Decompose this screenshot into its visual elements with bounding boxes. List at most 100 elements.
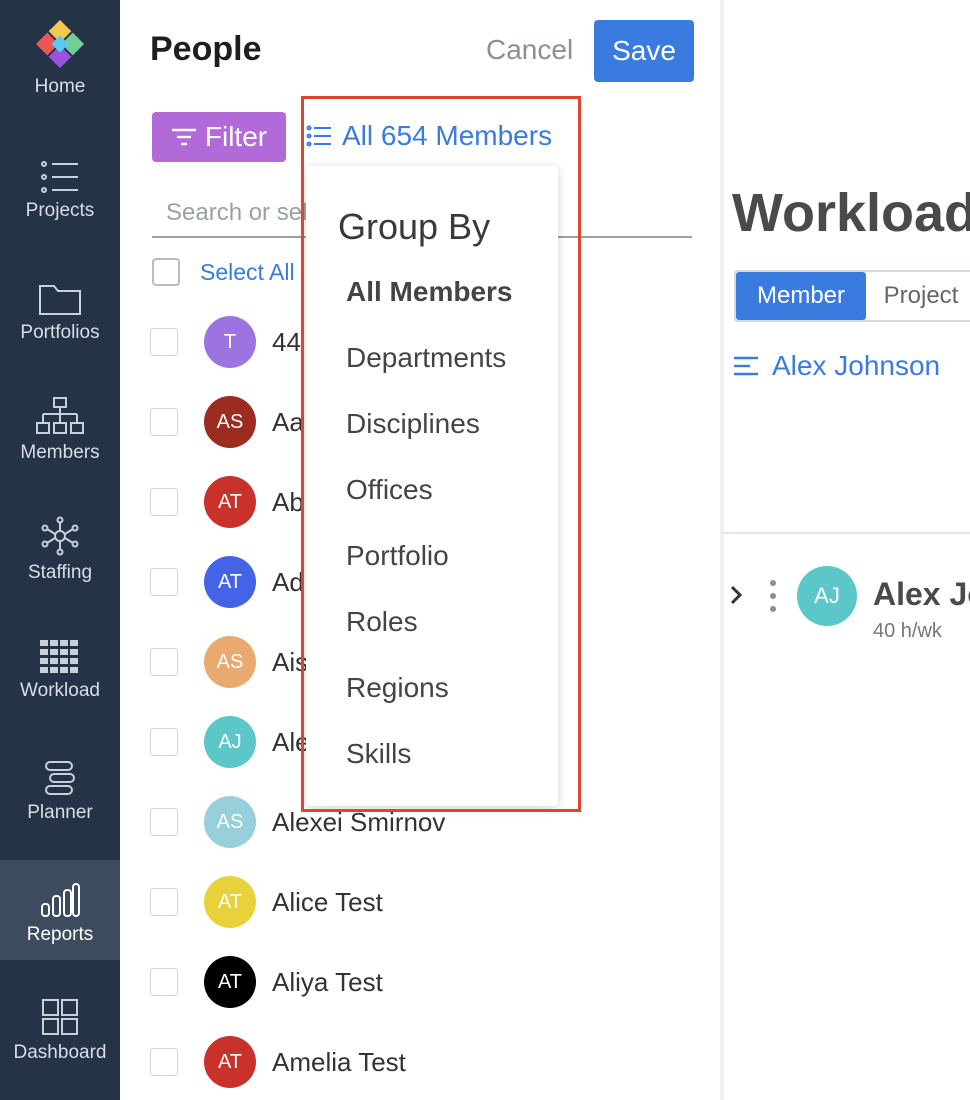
checkbox[interactable] [150,648,178,676]
kebab-menu-icon[interactable] [768,578,778,614]
select-all-label: Select All [200,258,295,285]
member-name: Alexei Smirnov [272,806,446,837]
list-item: AT Aliya Test [150,952,383,1012]
gantt-icon [42,752,78,796]
group-by-toggle-label: All 654 Members [342,120,553,151]
avatar: AJ [797,566,857,626]
cancel-button[interactable]: Cancel [486,34,573,66]
checkbox[interactable] [150,488,178,516]
selected-user[interactable]: Alex Johnson [734,350,940,382]
member-name: 44 [272,326,301,357]
chevron-right-icon[interactable] [728,584,744,606]
member-name: Aa [272,406,304,437]
dropdown-option-skills[interactable]: Skills [346,738,411,770]
checkbox[interactable] [150,968,178,996]
avatar: AJ [204,716,256,768]
list-item: AS Aa [150,392,304,452]
select-all-checkbox[interactable]: Select All [152,258,295,286]
sidebar-item-workload[interactable]: Workload [0,630,120,710]
avatar: AT [204,876,256,928]
checkbox[interactable] [150,1048,178,1076]
dropdown-option-portfolio[interactable]: Portfolio [346,540,449,572]
network-icon [40,512,80,556]
member-name: Ale [272,726,310,757]
sidebar-item-members[interactable]: Members [0,392,120,472]
member-name: Alex Johnson [873,576,970,612]
sidebar-item-dashboard[interactable]: Dashboard [0,992,120,1072]
checkbox[interactable] [150,808,178,836]
workload-panel: Workload Member Project Alex Johnson AJ … [724,0,970,1100]
view-toggle: Member Project [734,270,970,322]
dropdown-option-all-members[interactable]: All Members [346,276,513,308]
dropdown-option-offices[interactable]: Offices [346,474,433,506]
sidebar-item-staffing[interactable]: Staffing [0,512,120,592]
selected-user-label: Alex Johnson [772,350,941,381]
list-item: T 44 [150,312,301,372]
sidebar-item-planner[interactable]: Planner [0,752,120,832]
list-icon [306,125,331,147]
sidebar-item-label: Members [20,442,100,463]
save-button[interactable]: Save [594,20,694,82]
sidebar-item-reports[interactable]: Reports [0,860,120,960]
group-by-dropdown: Group By All Members Departments Discipl… [306,166,558,806]
avatar: AS [204,796,256,848]
logo-icon [34,19,86,70]
sidebar-item-label: Planner [27,802,93,823]
avatar: AT [204,476,256,528]
checkbox[interactable] [150,568,178,596]
member-name: Aliya Test [272,966,383,997]
member-name: Amelia Test [272,1046,406,1077]
filter-button[interactable]: Filter [152,112,286,162]
sidebar-item-label: Home [34,76,86,97]
dropdown-option-departments[interactable]: Departments [346,342,506,374]
workload-row: AJ Alex Johnson 40 h/wk [724,566,970,646]
sidebar-item-projects[interactable]: Projects [0,150,120,230]
sidebar-item-home[interactable]: Home [0,19,120,116]
checkbox[interactable] [150,728,178,756]
bar-chart-icon [40,874,80,918]
member-name: Ab [272,486,304,517]
sidebar-item-label: Staffing [27,562,93,583]
list-item: AT Ad [150,552,304,612]
checkbox[interactable] [150,888,178,916]
sidebar-item-label: Workload [20,680,100,701]
sidebar-item-label: Portfolios [20,322,100,343]
sidebar-item-label: Projects [25,200,95,221]
filter-icon [171,128,196,146]
sidebar-item-label: Dashboard [13,1042,107,1063]
list-item: AS Ais [150,632,308,692]
list-icon [40,150,80,194]
checkbox[interactable] [150,408,178,436]
avatar: AT [204,556,256,608]
group-by-toggle[interactable]: All 654 Members [306,120,552,152]
dropdown-option-roles[interactable]: Roles [346,606,418,638]
list-item: AJ Ale [150,712,310,772]
menu-icon [734,356,758,376]
list-item: AT Amelia Test [150,1032,406,1092]
avatar: AT [204,956,256,1008]
capacity-label: 40 h/wk [873,620,942,642]
tab-member[interactable]: Member [736,272,866,320]
workload-title: Workload [732,183,970,243]
member-name: Ad [272,566,304,597]
sidebar: Home Projects Portfolios Members Staffin… [0,0,120,1100]
member-name: Ais [272,646,309,677]
list-item: AT Ab [150,472,304,532]
dropdown-option-regions[interactable]: Regions [346,672,449,704]
avatar: T [204,316,256,368]
list-item: AT Alice Test [150,872,383,932]
sidebar-item-portfolios[interactable]: Portfolios [0,272,120,352]
avatar: AT [204,1036,256,1088]
dashboard-icon [41,992,79,1036]
tab-project[interactable]: Project [866,272,970,320]
dropdown-title: Group By [338,206,491,247]
avatar: AS [204,396,256,448]
checkbox[interactable] [152,258,180,286]
org-chart-icon [36,392,84,436]
member-name: Alice Test [272,886,383,917]
sidebar-item-label: Reports [26,924,94,945]
folder-icon [38,272,82,316]
dropdown-option-disciplines[interactable]: Disciplines [346,408,480,440]
filter-label: Filter [204,121,268,152]
checkbox[interactable] [150,328,178,356]
